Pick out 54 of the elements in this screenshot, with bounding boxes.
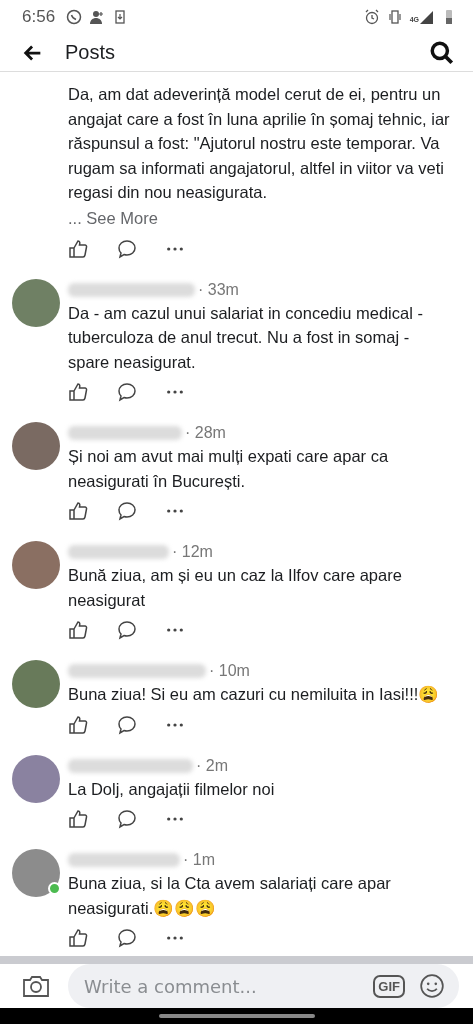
avatar[interactable] [12, 660, 60, 709]
avatar[interactable] [12, 278, 60, 327]
like-icon[interactable] [68, 620, 88, 641]
like-icon[interactable] [68, 382, 88, 403]
more-options-icon[interactable] [166, 721, 184, 728]
smiley-icon[interactable] [419, 973, 445, 1000]
avatar[interactable] [12, 849, 60, 898]
avatar[interactable] [12, 422, 60, 471]
comment-time: · 2m [196, 756, 228, 775]
more-options-icon[interactable] [166, 935, 184, 942]
gif-button[interactable]: GIF [373, 974, 405, 998]
comment-time: · 1m [183, 851, 215, 870]
page-title: Posts [65, 41, 116, 65]
comment-icon[interactable] [117, 928, 137, 949]
comment-icon[interactable] [117, 620, 137, 641]
like-icon[interactable] [68, 714, 88, 735]
comment-time: · 33m [198, 280, 239, 299]
like-icon[interactable] [68, 809, 88, 830]
comment-icon[interactable] [117, 714, 137, 735]
comment-time: · 12m [172, 543, 213, 562]
status-time: 6:56 [22, 7, 56, 28]
comment-icon[interactable] [117, 809, 137, 830]
comment-text: Buna ziua! Si eu am cazuri cu nemiluita in Iasi!!!😩 [68, 684, 441, 706]
comment-icon[interactable] [117, 238, 137, 259]
comment-text: Da - am cazul unui salariat in concediu medical - tuberculoza de anul trecut. Nu a fost in somaj - spare neasigurat. [68, 302, 424, 373]
like-icon[interactable] [68, 501, 88, 522]
comment-text: La Dolj, angajații filmelor noi [68, 778, 276, 800]
comment-text: Și noi am avut mai mulți expati care apar ca neasigurati în București. [68, 446, 390, 492]
more-options-icon[interactable] [166, 627, 184, 634]
vibrate-icon [386, 9, 403, 26]
comment-text: Bună ziua, am și eu un caz la Ilfov care apare neasigurat [68, 565, 403, 611]
more-options-icon[interactable] [166, 389, 184, 396]
comment-text: Buna ziua, si la Cta avem salariați care apar neasigurati.😩😩😩 [68, 873, 392, 919]
see-more-link[interactable]: ... See More [68, 204, 158, 231]
comment-icon[interactable] [117, 382, 137, 403]
comment-time: · 10m [209, 662, 250, 681]
person-add-icon [89, 9, 106, 26]
avatar[interactable] [12, 541, 60, 590]
more-options-icon[interactable] [166, 816, 184, 823]
camera-icon[interactable] [22, 974, 50, 999]
avatar[interactable] [12, 754, 60, 803]
signal-icon [418, 9, 434, 26]
like-icon[interactable] [68, 928, 88, 949]
more-options-icon[interactable] [166, 508, 184, 515]
alarm-icon [363, 9, 380, 26]
home-indicator[interactable] [158, 1014, 315, 1019]
more-options-icon[interactable] [166, 245, 184, 252]
comment-text: Da, am dat adeverință model cerut de ei, pentru un angajat care a fost în luna aprilie în șomaj tehnic, iar răspunsul a fost: "Ajutorul nostru este temporar. Va rugam sa informati angajatorul, altfel in viitor va veti regasi din nou neasigurata. [68, 84, 451, 204]
search-icon[interactable] [429, 39, 455, 66]
comment-input-field[interactable]: Write a comment... GIF [68, 964, 459, 1009]
comment-time: · 28m [185, 424, 226, 443]
like-icon[interactable] [68, 238, 88, 259]
comment-icon[interactable] [117, 501, 137, 522]
chat-bubble-icon [66, 9, 83, 26]
